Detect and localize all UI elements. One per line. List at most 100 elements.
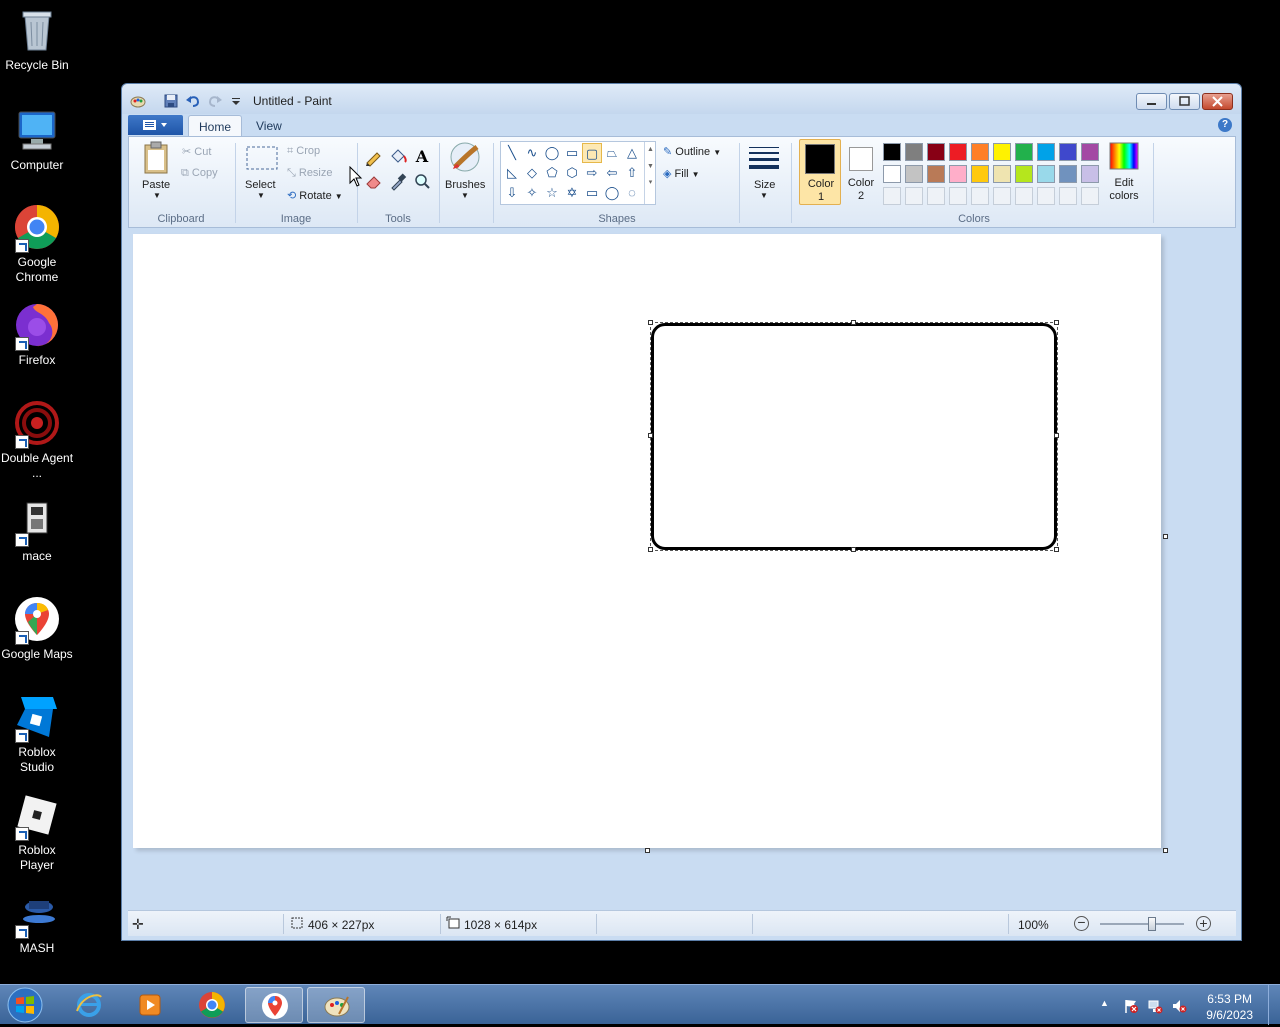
text-tool[interactable]: A [411,147,433,167]
palette-swatch-empty[interactable] [927,187,945,205]
desktop-icon-mash[interactable]: MASH [0,889,74,956]
zoom-in-button[interactable]: + [1196,916,1211,931]
fill-button[interactable]: ◈ Fill ▼ [663,167,700,180]
desktop-icon-roblox-studio[interactable]: Roblox Studio [0,693,74,775]
palette-swatch[interactable] [1015,165,1033,183]
taskbar-internet-explorer[interactable] [60,987,118,1023]
canvas-resize-handle-corner[interactable] [1163,848,1168,853]
palette-swatch[interactable] [1081,143,1099,161]
palette-swatch-empty[interactable] [1015,187,1033,205]
right-arrow-shape[interactable]: ⇨ [582,163,602,183]
five-point-star-shape[interactable]: ☆ [542,183,562,203]
palette-swatch-empty[interactable] [1059,187,1077,205]
fill-tool[interactable] [387,147,409,167]
palette-swatch[interactable] [1015,143,1033,161]
select-button[interactable]: Select ▼ [241,141,283,203]
palette-swatch[interactable] [993,165,1011,183]
shape-selection-box[interactable] [650,322,1058,551]
palette-swatch-empty[interactable] [1081,187,1099,205]
zoom-slider-thumb[interactable] [1148,917,1157,931]
brushes-button[interactable]: Brushes ▼ [443,141,487,203]
right-triangle-shape[interactable]: ◺ [502,163,522,183]
edit-colors-button[interactable]: Edit colors [1103,141,1145,203]
color-picker-tool[interactable] [387,171,409,191]
palette-swatch[interactable] [971,143,989,161]
desktop-icon-recycle-bin[interactable]: Recycle Bin [0,6,74,73]
cut-button[interactable]: ✂ Cut [182,145,211,158]
pentagon-shape[interactable]: ⬠ [542,163,562,183]
system-clock[interactable]: 6:53 PM 9/6/2023 [1206,991,1253,1023]
palette-swatch[interactable] [971,165,989,183]
maximize-button[interactable] [1169,93,1200,110]
canvas-resize-handle-right[interactable] [1163,534,1168,539]
resize-handle-left[interactable] [648,433,653,438]
diamond-shape[interactable]: ◇ [522,163,542,183]
desktop-icon-firefox[interactable]: Firefox [0,301,74,368]
palette-swatch[interactable] [949,165,967,183]
palette-swatch[interactable] [905,143,923,161]
line-shape[interactable]: ╲ [502,143,522,163]
desktop-icon-computer[interactable]: Computer [0,106,74,173]
resize-handle-top-right[interactable] [1054,320,1059,325]
triangle-shape[interactable]: △ [622,143,642,163]
palette-swatch-empty[interactable] [949,187,967,205]
curve-shape[interactable]: ∿ [522,143,542,163]
left-arrow-shape[interactable]: ⇦ [602,163,622,183]
palette-swatch[interactable] [1059,143,1077,161]
minimize-button[interactable] [1136,93,1167,110]
resize-handle-top-left[interactable] [648,320,653,325]
taskbar-paint[interactable] [307,987,365,1023]
taskbar-media-player[interactable] [121,987,179,1023]
resize-handle-top[interactable] [851,320,856,325]
resize-button[interactable]: ⤡ Resize [287,167,333,180]
palette-swatch[interactable] [1037,143,1055,161]
pencil-tool[interactable] [363,147,385,167]
palette-swatch-empty[interactable] [883,187,901,205]
four-point-star-shape[interactable]: ✧ [522,183,542,203]
show-desktop-button[interactable] [1268,985,1280,1025]
volume-muted-icon[interactable] [1171,998,1187,1014]
color2-button[interactable]: Color 2 [843,139,879,205]
down-arrow-shape[interactable]: ⇩ [502,183,522,203]
action-center-flag-icon[interactable] [1123,998,1139,1014]
palette-swatch[interactable] [927,165,945,183]
copy-button[interactable]: ⧉ Copy [181,167,218,180]
resize-handle-bottom-left[interactable] [648,547,653,552]
drawing-canvas[interactable] [133,234,1161,848]
rotate-button[interactable]: ⟲ Rotate ▼ [287,189,343,202]
taskbar-google-maps[interactable] [245,987,303,1023]
desktop-icon-google-maps[interactable]: Google Maps [0,595,74,662]
palette-swatch[interactable] [905,165,923,183]
magnifier-tool[interactable] [411,171,433,191]
outline-button[interactable]: ✎ Outline ▼ [663,145,721,158]
file-menu-button[interactable] [128,115,183,135]
palette-swatch-empty[interactable] [1037,187,1055,205]
close-button[interactable] [1202,93,1233,110]
taskbar-google-chrome[interactable] [183,987,241,1023]
crop-button[interactable]: ⌗ Crop [287,145,320,158]
tab-home[interactable]: Home [188,115,243,136]
palette-swatch[interactable] [993,143,1011,161]
undo-icon[interactable] [185,93,201,109]
hexagon-shape[interactable]: ⬡ [562,163,582,183]
canvas-resize-handle-bottom[interactable] [645,848,650,853]
palette-swatch[interactable] [883,165,901,183]
cloud-callout-shape[interactable]: ◌ [622,183,642,203]
start-button[interactable] [4,986,46,1024]
palette-swatch[interactable] [949,143,967,161]
palette-swatch[interactable] [1059,165,1077,183]
palette-swatch-empty[interactable] [905,187,923,205]
redo-icon[interactable] [207,93,223,109]
resize-handle-bottom[interactable] [851,547,856,552]
rectangle-shape[interactable]: ▭ [562,143,582,163]
up-arrow-shape[interactable]: ⇧ [622,163,642,183]
tab-view[interactable]: View [246,115,292,136]
resize-handle-right[interactable] [1054,433,1059,438]
desktop-icon-mace[interactable]: mace [0,497,74,564]
oval-shape[interactable]: ◯ [542,143,562,163]
palette-swatch-empty[interactable] [971,187,989,205]
customize-toolbar-chevron-icon[interactable] [228,93,244,109]
network-icon[interactable] [1147,998,1163,1014]
desktop-icon-roblox-player[interactable]: Roblox Player [0,791,74,873]
zoom-out-button[interactable]: − [1074,915,1089,931]
